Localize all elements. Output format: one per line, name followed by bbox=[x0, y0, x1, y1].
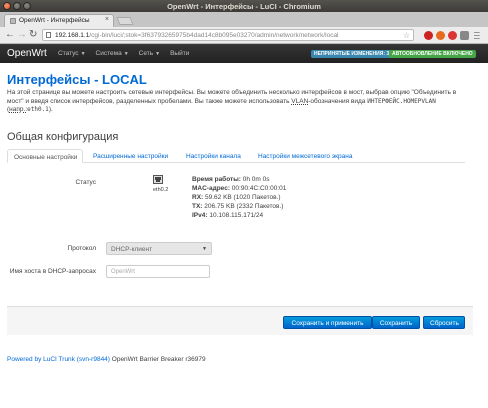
hostname-placeholder: OpenWrt bbox=[111, 269, 135, 275]
main-nav: Статус ▼ Система ▼ Сеть ▼ Выйти bbox=[58, 50, 189, 57]
window-title: OpenWrt - Интерфейсы - LuCI - Chromium bbox=[167, 2, 321, 11]
save-apply-button[interactable]: Сохранить и применить bbox=[283, 316, 372, 329]
protocol-label: Протокол bbox=[67, 245, 96, 252]
autorefresh-badge[interactable]: АВТООБНОВЛЕНИЕ ВКЛЮЧЕНО bbox=[389, 50, 476, 58]
orange-extension-icon[interactable] bbox=[436, 31, 445, 40]
rx-row: RX: 59.62 KB (1020 Пакетов.) bbox=[192, 194, 281, 201]
tx-row: TX: 206.75 KB (2332 Пакетов.) bbox=[192, 203, 284, 210]
save-button[interactable]: Сохранить bbox=[372, 316, 420, 329]
tab-firewall-settings[interactable]: Настройки межсетевого экрана bbox=[252, 149, 358, 163]
browser-tab[interactable]: OpenWrt - Интерфейсы × bbox=[4, 14, 114, 27]
bookmark-star-icon[interactable]: ☆ bbox=[403, 31, 410, 40]
form-actions: Сохранить и применить Сохранить Сбросить bbox=[7, 306, 473, 335]
page-favicon-icon bbox=[10, 18, 16, 24]
caret-down-icon: ▼ bbox=[155, 51, 161, 57]
device-name: eth0.2 bbox=[153, 187, 169, 193]
browser-tabstrip: OpenWrt - Интерфейсы × bbox=[0, 12, 488, 27]
page-title: Интерфейсы - LOCAL bbox=[7, 72, 147, 87]
ipv4-row: IPv4: 10.108.115.171/24 bbox=[192, 212, 264, 219]
page-content: Интерфейсы - LOCAL На этой странице вы м… bbox=[0, 63, 488, 408]
gray-extension-icon[interactable] bbox=[460, 31, 469, 40]
example-abbr: напр.: bbox=[9, 106, 28, 113]
unsaved-changes-badge[interactable]: НЕПРИНЯТЫЕ ИЗМЕНЕНИЯ: 3 bbox=[311, 50, 393, 58]
openwrt-header: OpenWrt Статус ▼ Система ▼ Сеть ▼ Выйти НЕП… bbox=[0, 45, 488, 63]
browser-tab-title: OpenWrt - Интерфейсы bbox=[19, 17, 90, 24]
footer-version: OpenWrt Barrier Breaker r36979 bbox=[109, 356, 206, 363]
section-title: Общая конфигурация bbox=[7, 131, 119, 143]
url-host: 192.168.1.1 bbox=[55, 32, 90, 39]
new-tab-button[interactable] bbox=[116, 17, 134, 25]
brand-logo[interactable]: OpenWrt bbox=[7, 48, 47, 59]
browser-toolbar: ← → ↻ 192.168.1.1/cgi-bin/luci/;stok=3f6… bbox=[0, 27, 488, 44]
red-extension-icon[interactable] bbox=[448, 31, 457, 40]
hostname-input[interactable]: OpenWrt bbox=[106, 265, 210, 278]
ethernet-port-icon bbox=[153, 175, 163, 184]
tab-physical-settings[interactable]: Настройки канала bbox=[180, 149, 247, 163]
page-icon bbox=[46, 32, 51, 38]
forward-arrow-icon[interactable]: → bbox=[17, 30, 27, 40]
caret-down-icon: ▼ bbox=[123, 51, 129, 57]
tab-advanced-settings[interactable]: Расширенные настройки bbox=[87, 149, 174, 163]
nav-status[interactable]: Статус ▼ bbox=[58, 50, 86, 57]
nav-network[interactable]: Сеть ▼ bbox=[139, 50, 160, 57]
protocol-select[interactable]: DHCP-клиент ▼ bbox=[106, 242, 212, 255]
nav-system[interactable]: Система ▼ bbox=[96, 50, 129, 57]
page-description: На этой странице вы можете настроить сет… bbox=[7, 89, 457, 113]
config-tabs: Основные настройки Расширенные настройки… bbox=[7, 149, 465, 163]
page-footer: Powered by LuCI Trunk (svn-r9844) OpenWr… bbox=[7, 356, 206, 363]
url-path: /cgi-bin/luci/;stok=3f63793265975b4dad14… bbox=[89, 32, 339, 39]
vlan-abbr: VLAN bbox=[291, 97, 309, 105]
uptime-row: Время работы: 0h 0m 0s bbox=[192, 176, 270, 183]
tab-general-settings[interactable]: Основные настройки bbox=[7, 149, 83, 163]
window-titlebar: OpenWrt - Интерфейсы - LuCI - Chromium bbox=[0, 0, 488, 12]
back-arrow-icon[interactable]: ← bbox=[5, 30, 15, 40]
address-bar[interactable]: 192.168.1.1/cgi-bin/luci/;stok=3f6379326… bbox=[42, 29, 414, 41]
protocol-value: DHCP-клиент bbox=[111, 246, 153, 253]
luci-link[interactable]: Powered by LuCI Trunk (svn-r9844) bbox=[7, 356, 110, 363]
status-label: Статус bbox=[75, 179, 96, 186]
reload-icon[interactable]: ↻ bbox=[29, 30, 37, 40]
chevron-down-icon: ▼ bbox=[202, 246, 207, 252]
hostname-label: Имя хоста в DHCP-запросах bbox=[9, 268, 96, 275]
browser-menu-icon[interactable]: ─ ─ ─ bbox=[474, 29, 482, 43]
caret-down-icon: ▼ bbox=[80, 51, 86, 57]
mac-row: MAC-адрес: 00:90:4C:C0:00:01 bbox=[192, 185, 287, 192]
reset-button[interactable]: Сбросить bbox=[423, 316, 465, 329]
tab-close-icon[interactable]: × bbox=[105, 16, 109, 23]
stop-extension-icon[interactable] bbox=[424, 31, 433, 40]
nav-logout[interactable]: Выйти bbox=[170, 50, 189, 57]
